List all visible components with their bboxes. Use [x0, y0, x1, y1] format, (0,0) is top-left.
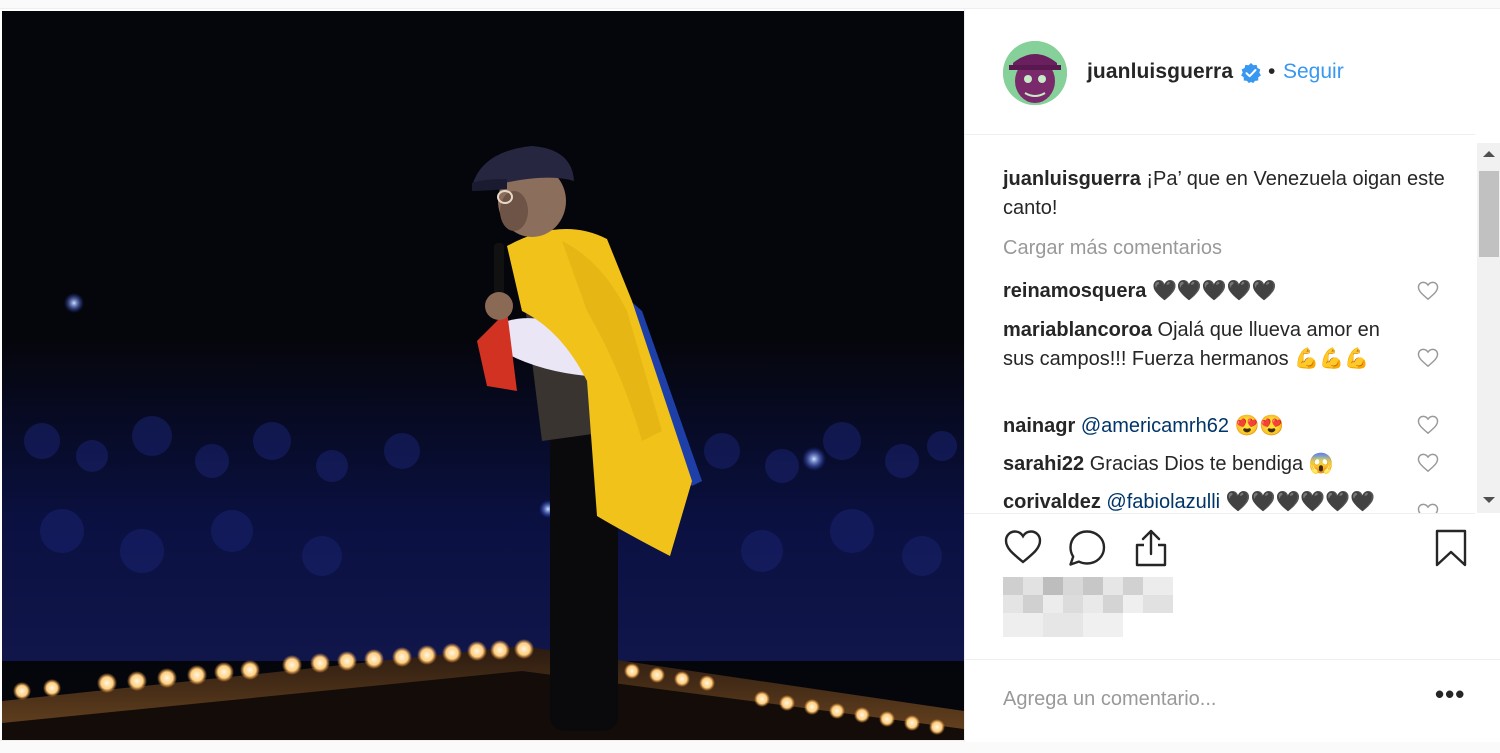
caption-username[interactable]: juanluisguerra [1003, 168, 1141, 190]
comment-like-heart-icon[interactable] [1417, 503, 1439, 513]
post-header: juanluisguerra • Seguir [965, 9, 1475, 135]
author-username[interactable]: juanluisguerra [1087, 60, 1233, 84]
comment-item: corivaldez @fabiolazulli 🖤🖤🖤🖤🖤🖤 [1003, 488, 1403, 513]
add-comment-input[interactable] [1003, 684, 1403, 714]
comment-text: Gracias Dios te bendiga 😱 [1089, 453, 1334, 475]
comment-text: 🖤🖤🖤🖤🖤 [1151, 280, 1277, 302]
comment-item: nainagr @americamrh62 😍😍 [1003, 412, 1403, 441]
comment-username[interactable]: corivaldez [1003, 491, 1101, 513]
bookmark-icon[interactable] [1431, 528, 1471, 568]
comment-username[interactable]: sarahi22 [1003, 453, 1084, 475]
comment-text: 😍😍 [1228, 415, 1285, 437]
comments-list[interactable]: juanluisguerra ¡Pa’ que en Venezuela oig… [965, 143, 1475, 513]
post-caption: juanluisguerra ¡Pa’ que en Venezuela oig… [1003, 165, 1453, 223]
heart-icon[interactable] [1003, 528, 1043, 568]
post-photo[interactable] [2, 11, 964, 740]
comment-item: reinamosquera 🖤🖤🖤🖤🖤 [1003, 277, 1403, 306]
comment-mention[interactable]: @fabiolazulli [1106, 491, 1220, 513]
scrollbar-thumb[interactable] [1479, 171, 1499, 257]
avatar-image [1003, 41, 1067, 105]
comment-item: sarahi22 Gracias Dios te bendiga 😱 [1003, 450, 1403, 479]
scroll-down-arrow-icon[interactable] [1483, 497, 1495, 503]
share-icon[interactable] [1131, 528, 1171, 568]
comment-username[interactable]: mariablancoroa [1003, 319, 1152, 341]
comment-item: mariablancoroa Ojalá que llueva amor en … [1003, 316, 1403, 374]
verified-badge-icon [1241, 63, 1261, 83]
post-side-panel: juanluisguerra • Seguir juanluisguerra ¡… [964, 9, 1500, 742]
separator-dot: • [1268, 60, 1276, 83]
concert-photo [2, 11, 964, 740]
follow-button[interactable]: Seguir [1283, 60, 1344, 84]
comment-like-heart-icon[interactable] [1417, 348, 1439, 368]
comment-like-heart-icon[interactable] [1417, 453, 1439, 473]
instagram-post: juanluisguerra • Seguir juanluisguerra ¡… [0, 8, 1500, 742]
pixelated-likes-image [1003, 577, 1173, 637]
author-avatar[interactable] [1003, 41, 1067, 105]
post-actions-bar [965, 513, 1475, 573]
comment-like-heart-icon[interactable] [1417, 415, 1439, 435]
comment-text: 🖤🖤🖤🖤🖤🖤 [1220, 491, 1376, 513]
load-more-comments-button[interactable]: Cargar más comentarios [1003, 237, 1222, 260]
comment-like-heart-icon[interactable] [1417, 281, 1439, 301]
add-comment-section: ••• [965, 659, 1500, 742]
scroll-up-arrow-icon[interactable] [1483, 151, 1495, 157]
likes-count-blurred [1003, 577, 1173, 637]
comment-username[interactable]: nainagr [1003, 415, 1075, 437]
comment-mention[interactable]: @americamrh62 [1081, 415, 1229, 437]
comment-username[interactable]: reinamosquera [1003, 280, 1146, 302]
comments-scrollbar[interactable] [1477, 143, 1500, 513]
comment-icon[interactable] [1067, 528, 1107, 568]
more-options-icon[interactable]: ••• [1435, 681, 1465, 707]
